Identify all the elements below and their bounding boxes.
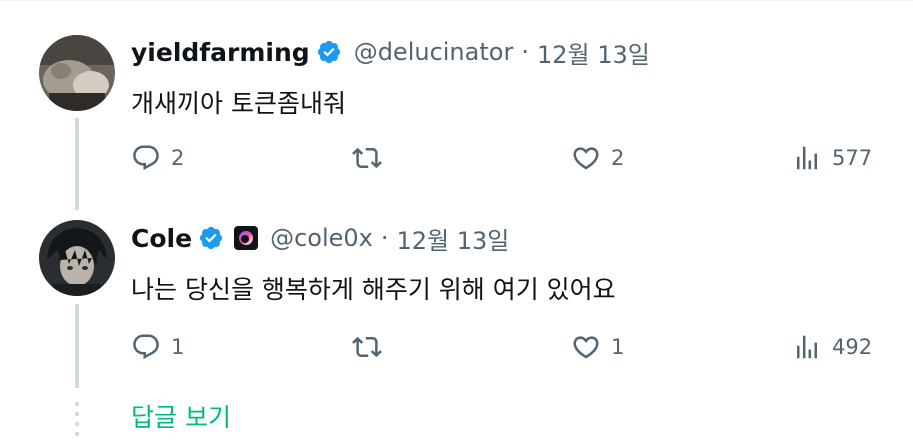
- user-handle[interactable]: @cole0x: [270, 224, 373, 252]
- tweet-header: yieldfarming @delucinator · 12월 13일: [131, 34, 650, 70]
- verified-badge-icon[interactable]: [198, 225, 224, 251]
- tweet-text: 나는 당신을 행복하게 해주기 위해 여기 있어요: [131, 275, 616, 304]
- avatar-yieldfarming[interactable]: [39, 35, 115, 111]
- display-name[interactable]: Cole: [131, 224, 192, 253]
- like-icon: [573, 336, 599, 359]
- retweet-icon: [352, 147, 382, 169]
- affiliation-badge-icon[interactable]: [234, 226, 259, 250]
- reply-count: 2: [171, 146, 185, 170]
- like-icon: [573, 147, 599, 170]
- reply-icon: [133, 145, 159, 171]
- views-count: 577: [832, 146, 873, 170]
- tweet-actions: 2 2 577: [0, 138, 913, 178]
- reply-icon: [133, 334, 159, 360]
- views-count: 492: [832, 335, 873, 359]
- like-count: 1: [611, 335, 625, 359]
- tweet-cole[interactable]: Cole @cole0x · 12월 13일 나는 당신을 행복하게 해주기 위…: [0, 210, 913, 390]
- like-count: 2: [611, 146, 625, 170]
- tweet-yieldfarming[interactable]: yieldfarming @delucinator · 12월 13일 개새끼아…: [0, 0, 913, 210]
- thread-continuation-dots: [75, 402, 79, 442]
- views-button[interactable]: 492: [792, 327, 872, 367]
- like-button[interactable]: 1: [571, 327, 624, 367]
- reply-count: 1: [171, 335, 185, 359]
- tweet-actions: 1 1 492: [0, 327, 913, 367]
- views-icon: [797, 335, 817, 359]
- tweet-date[interactable]: 12월 13일: [537, 35, 650, 70]
- reply-button[interactable]: 1: [131, 327, 184, 367]
- separator-dot: ·: [521, 38, 529, 66]
- user-handle[interactable]: @delucinator: [354, 38, 514, 66]
- tweet-date[interactable]: 12월 13일: [397, 221, 510, 256]
- avatar-cole[interactable]: [39, 220, 115, 296]
- show-replies-link[interactable]: 답글 보기: [131, 398, 231, 434]
- views-button[interactable]: 577: [792, 138, 872, 178]
- tweet-header: Cole @cole0x · 12월 13일: [131, 220, 509, 256]
- retweet-button[interactable]: [352, 327, 392, 367]
- views-icon: [797, 146, 817, 170]
- separator-dot: ·: [380, 224, 389, 252]
- retweet-icon: [352, 336, 382, 358]
- tweet-text: 개새끼아 토큰좀내줘: [131, 89, 346, 118]
- reply-button[interactable]: 2: [131, 138, 184, 178]
- display-name[interactable]: yieldfarming: [131, 38, 310, 67]
- retweet-button[interactable]: [352, 138, 392, 178]
- like-button[interactable]: 2: [571, 138, 624, 178]
- verified-badge-icon[interactable]: [316, 39, 342, 65]
